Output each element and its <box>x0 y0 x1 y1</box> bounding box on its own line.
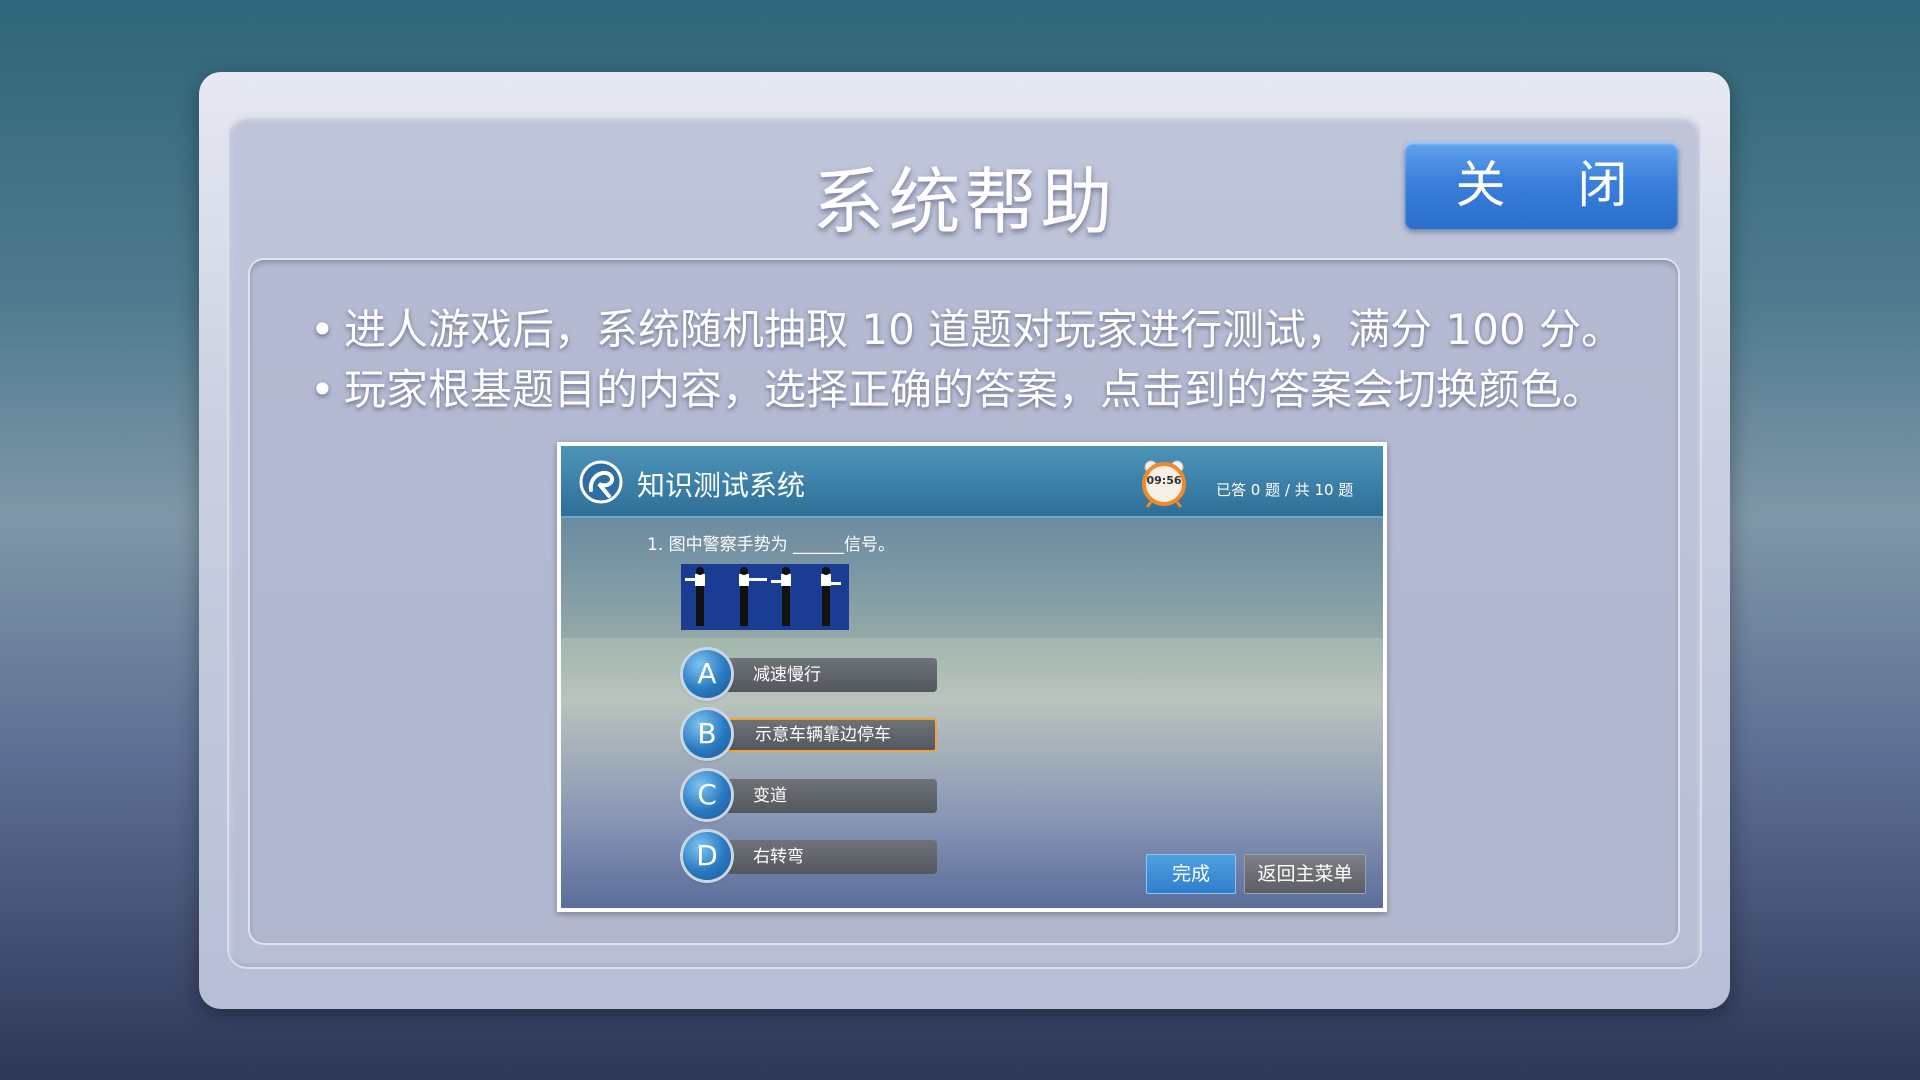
example-screenshot: 知识测试系统 09:56 已答 0 题 / 共 10 题 1. 图中警察手势为 … <box>557 442 1387 912</box>
option-b[interactable]: B 示意车辆靠边停车 <box>683 710 939 758</box>
back-to-menu-button[interactable]: 返回主菜单 <box>1244 854 1366 894</box>
help-bullet-list: • 进人游戏后，系统随机抽取 10 道题对玩家进行测试，满分 100 分。 • 玩家… <box>310 300 1650 420</box>
option-c[interactable]: C 变道 <box>683 771 939 819</box>
bullet-dot: • <box>310 305 335 354</box>
question-area: 1. 图中警察手势为 ______信号。 <box>561 518 1383 638</box>
close-button[interactable]: 关 闭 <box>1405 142 1678 229</box>
option-text: 变道 <box>709 779 937 813</box>
done-button[interactable]: 完成 <box>1146 854 1236 894</box>
help-dialog-inner: 系统帮助 关 闭 • 进人游戏后，系统随机抽取 10 道题对玩家进行测试，满分 1… <box>229 115 1700 967</box>
option-d[interactable]: D 右转弯 <box>683 832 939 880</box>
option-letter: A <box>683 650 731 698</box>
option-text: 右转弯 <box>709 840 937 874</box>
option-letter: B <box>683 710 731 758</box>
preview-header: 知识测试系统 09:56 已答 0 题 / 共 10 题 <box>561 446 1383 518</box>
help-content: • 进人游戏后，系统随机抽取 10 道题对玩家进行测试，满分 100 分。 • 玩家… <box>250 260 1678 943</box>
clock-time: 09:56 <box>1146 474 1182 487</box>
question-text: 1. 图中警察手势为 ______信号。 <box>647 535 896 555</box>
help-bullet-text: 进人游戏后，系统随机抽取 10 道题对玩家进行测试，满分 100 分。 <box>344 305 1624 354</box>
answer-progress: 已答 0 题 / 共 10 题 <box>1216 481 1354 499</box>
swirl-logo-icon <box>579 460 623 504</box>
option-text: 减速慢行 <box>709 658 937 692</box>
preview-app-title: 知识测试系统 <box>637 469 806 502</box>
option-letter: C <box>683 771 731 819</box>
help-bullet-1: • 进人游戏后，系统随机抽取 10 道题对玩家进行测试，满分 100 分。 <box>310 300 1650 360</box>
help-bullet-text: 玩家根基题目的内容，选择正确的答案，点击到的答案会切换颜色。 <box>344 365 1605 414</box>
option-letter: D <box>683 832 731 880</box>
option-text: 示意车辆靠边停车 <box>709 718 937 752</box>
help-bullet-2: • 玩家根基题目的内容，选择正确的答案，点击到的答案会切换颜色。 <box>310 360 1650 420</box>
alarm-clock-icon: 09:56 <box>1139 458 1189 508</box>
bullet-dot: • <box>310 365 335 414</box>
option-a[interactable]: A 减速慢行 <box>683 650 939 698</box>
help-dialog: 系统帮助 关 闭 • 进人游戏后，系统随机抽取 10 道题对玩家进行测试，满分 1… <box>199 72 1730 1009</box>
police-gesture-image <box>681 564 849 630</box>
